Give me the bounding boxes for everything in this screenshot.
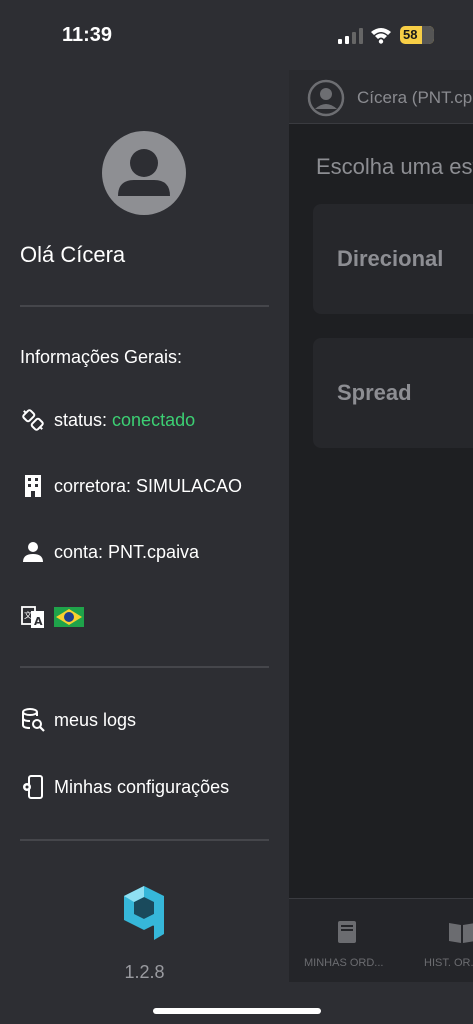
tab-my-orders[interactable]: MINHAS ORD... <box>289 899 407 982</box>
app-logo <box>124 886 164 940</box>
choose-strategy-title: Escolha uma estratégia <box>316 154 473 179</box>
status-bar: 11:39 58 <box>0 0 473 70</box>
translate-icon: A 文 <box>21 606 44 628</box>
svg-text:文: 文 <box>24 610 32 620</box>
person-icon <box>23 542 43 562</box>
strategy-card-direcional[interactable]: Direcional <box>313 204 473 314</box>
open-book-icon <box>449 923 473 943</box>
status-label: status: <box>54 410 113 430</box>
divider <box>20 305 269 307</box>
wifi-icon <box>371 28 391 44</box>
greeting-text: Olá Cícera <box>20 242 126 267</box>
user-avatar-icon[interactable] <box>307 79 345 117</box>
svg-text:A: A <box>34 615 43 628</box>
app-version: 1.2.8 <box>124 962 165 982</box>
divider <box>20 839 269 841</box>
status-time: 11:39 <box>62 24 113 46</box>
tab-order-history[interactable]: HIST. OR... <box>407 899 473 982</box>
background-app-panel[interactable]: Cícera (PNT.cpaiva) Escolha uma estratég… <box>289 70 473 982</box>
database-search-icon <box>22 708 45 732</box>
building-icon <box>25 475 41 497</box>
plug-icon <box>22 409 44 431</box>
battery-empty-portion <box>422 26 434 44</box>
book-icon <box>338 921 356 943</box>
brazil-flag-icon[interactable] <box>54 607 84 627</box>
strategy-label: Direcional <box>337 246 444 271</box>
menu-item-my-logs[interactable]: meus logs <box>20 707 280 737</box>
language-row[interactable]: A 文 <box>20 604 280 634</box>
broker-text: corretora: SIMULACAO <box>54 476 243 496</box>
strategy-label: Spread <box>337 380 412 405</box>
menu-item-label: meus logs <box>54 710 137 730</box>
cellular-signal-icon <box>338 28 363 44</box>
account-text: conta: PNT.cpaiva <box>54 542 200 562</box>
status-row: status: conectado <box>20 407 280 437</box>
battery-indicator: 58 <box>400 26 434 44</box>
status-value: conectado <box>112 410 196 430</box>
drawer-footer: 1.2.8 <box>0 880 289 1024</box>
app-user-name: Cícera (PNT.cpaiva) <box>357 88 473 107</box>
divider <box>20 666 269 668</box>
home-indicator[interactable] <box>153 1008 321 1014</box>
phone-settings-icon <box>23 775 43 799</box>
bottom-tab-bar: MINHAS ORD... HIST. OR... <box>289 898 473 982</box>
broker-row: corretora: SIMULACAO <box>20 473 280 503</box>
menu-item-label: Minhas configurações <box>54 777 230 797</box>
account-row: conta: PNT.cpaiva <box>20 539 280 569</box>
menu-item-my-settings[interactable]: Minhas configurações <box>20 774 280 804</box>
section-title: Informações Gerais: <box>20 347 183 367</box>
app-header: Cícera (PNT.cpaiva) <box>289 70 473 124</box>
status-text: status: conectado <box>54 410 195 431</box>
tab-label: MINHAS ORD... <box>304 957 384 969</box>
tab-label: HIST. OR... <box>424 957 473 969</box>
strategy-card-spread[interactable]: Spread <box>313 338 473 448</box>
profile-avatar-icon <box>102 131 186 215</box>
navigation-drawer: Olá Cícera Informações Gerais: status: c… <box>0 0 289 1024</box>
battery-level: 58 <box>403 27 418 42</box>
